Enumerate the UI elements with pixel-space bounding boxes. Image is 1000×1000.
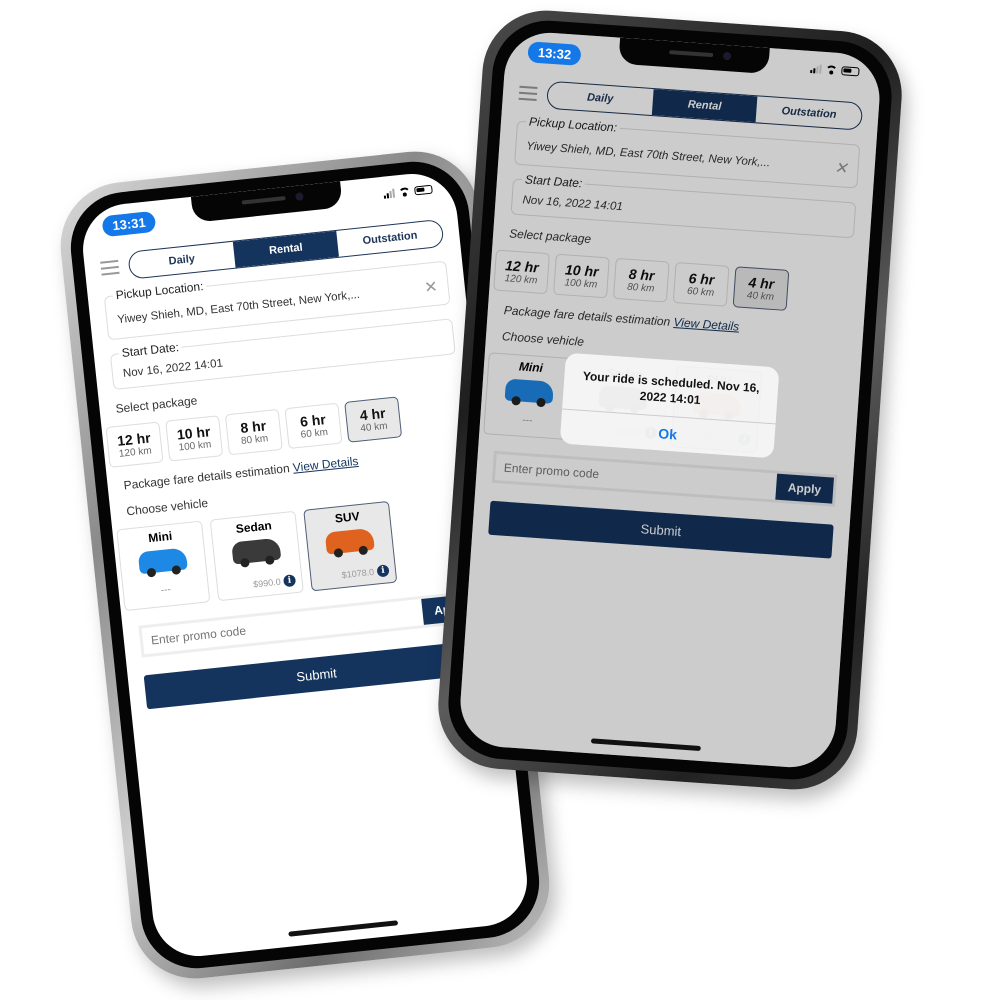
camera-icon <box>722 51 732 61</box>
fare-text: Package fare details estimation <box>122 461 291 493</box>
rental-form: Daily Rental Outstation Pickup Location:… <box>83 209 506 711</box>
notch <box>190 181 343 223</box>
info-icon[interactable]: i <box>282 574 297 588</box>
promo-code-input[interactable] <box>141 599 424 655</box>
vehicle-price: $1078.0 <box>341 566 375 581</box>
vehicle-price: --- <box>160 584 172 597</box>
package-option-selected[interactable]: 4 hr 40 km <box>344 396 403 443</box>
start-date-label: Start Date: <box>118 339 183 361</box>
vehicle-name: Mini <box>147 528 173 546</box>
vehicle-card-suv[interactable]: SUV $1078.0i <box>303 500 398 592</box>
pickup-location-label: Pickup Location: <box>112 278 208 303</box>
tab-rental[interactable]: Rental <box>232 230 340 268</box>
vehicle-card-sedan[interactable]: Sedan $990.0i <box>209 510 304 602</box>
wifi-icon <box>398 186 411 196</box>
wifi-icon <box>825 65 838 75</box>
info-icon[interactable]: i <box>376 564 390 578</box>
clear-icon[interactable]: ✕ <box>423 277 438 298</box>
home-indicator[interactable] <box>288 920 399 937</box>
alert-dialog: Your ride is scheduled. Nov 16, 2022 14:… <box>559 352 780 459</box>
battery-icon <box>413 184 433 195</box>
vehicle-price: $990.0 <box>252 576 282 590</box>
hamburger-menu-icon[interactable] <box>100 259 120 276</box>
camera-icon <box>295 192 304 201</box>
status-icons <box>383 184 433 199</box>
package-option[interactable]: 6 hr 60 km <box>284 402 343 450</box>
status-time: 13:32 <box>527 41 582 66</box>
signal-icon <box>383 188 396 199</box>
vehicle-name: Sedan <box>235 518 273 536</box>
package-option[interactable]: 10 hr 100 km <box>165 415 224 462</box>
start-date-value: Nov 16, 2022 14:01 <box>122 357 224 380</box>
car-image <box>137 547 188 575</box>
signal-icon <box>810 63 822 74</box>
vehicle-name: SUV <box>334 509 361 526</box>
phone-bezel: 13:32 Daily Rental Outstation Pickup Loc… <box>444 16 896 784</box>
tab-outstation[interactable]: Outstation <box>337 220 444 257</box>
package-option[interactable]: 12 hr 120 km <box>105 421 164 468</box>
view-details-link[interactable]: View Details <box>292 454 359 475</box>
tab-daily[interactable]: Daily <box>128 242 235 279</box>
car-image <box>324 527 375 555</box>
vehicle-card-mini[interactable]: Mini --- <box>116 520 211 612</box>
package-option[interactable]: 8 hr 80 km <box>224 408 283 456</box>
phone-right: 13:32 Daily Rental Outstation Pickup Loc… <box>434 6 906 794</box>
phone-screen: 13:32 Daily Rental Outstation Pickup Loc… <box>457 29 883 771</box>
car-image <box>231 537 282 565</box>
battery-icon <box>841 65 860 76</box>
status-time: 13:31 <box>101 210 157 238</box>
